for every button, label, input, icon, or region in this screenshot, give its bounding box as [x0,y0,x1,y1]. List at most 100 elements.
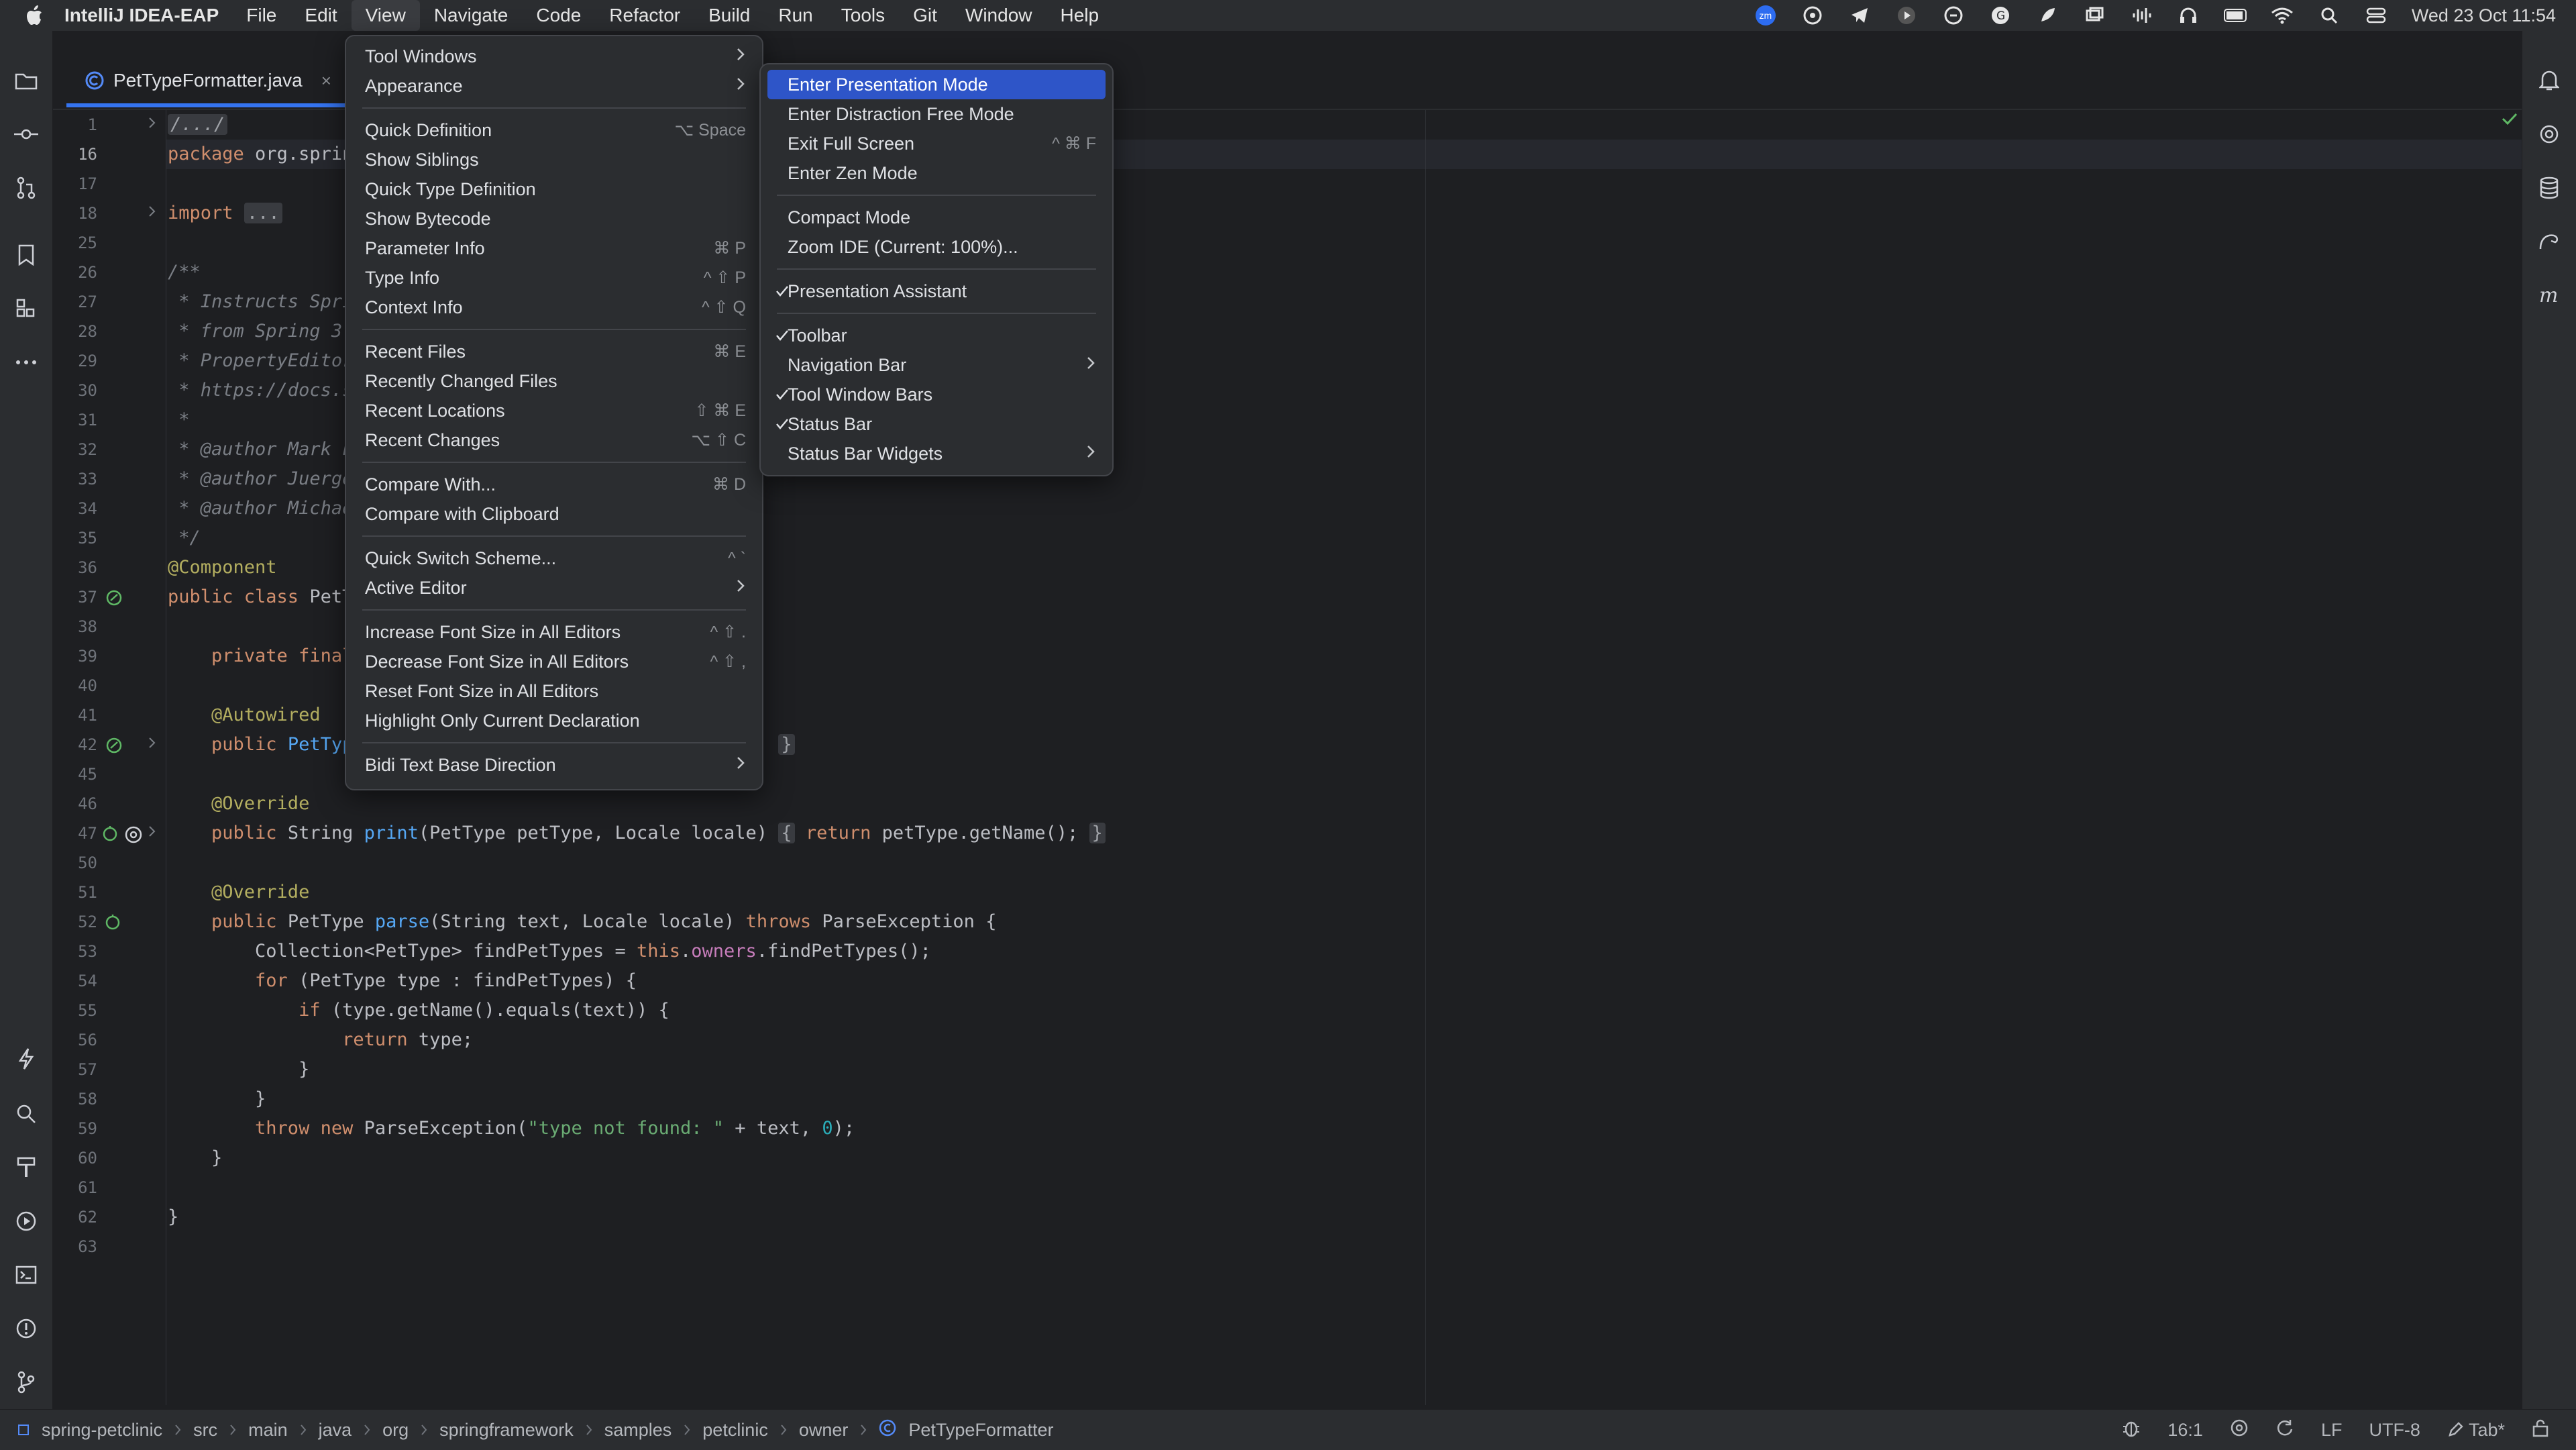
appearance-menu-item[interactable]: Enter Presentation Mode [767,70,1106,99]
menu-refactor[interactable]: Refactor [595,0,694,31]
breadcrumb-item[interactable]: springframework [439,1420,574,1441]
view-menu-item[interactable]: Quick Switch Scheme... ^ ` [353,543,755,573]
breadcrumb-item[interactable]: main [248,1420,288,1441]
view-menu-item[interactable]: Context Info ^ ⇧ Q [353,293,755,322]
spotlight-search-icon[interactable] [2318,5,2341,25]
appearance-menu-item[interactable]: Enter Distraction Free Mode [767,99,1106,129]
problems-icon[interactable] [13,1315,40,1342]
appearance-menu-item[interactable]: Navigation Bar [767,350,1106,380]
view-menu-item[interactable]: Decrease Font Size in All Editors ^ ⇧ , [353,647,755,676]
fold-arrow-icon[interactable] [148,205,156,221]
menu-edit[interactable]: Edit [290,0,351,31]
view-menu-item[interactable]: Recent Locations ⇧ ⌘ E [353,396,755,425]
fold-arrow-icon[interactable] [148,737,156,752]
structure-icon[interactable] [13,295,40,322]
more-icon[interactable] [13,349,40,376]
fold-arrow-icon[interactable] [148,825,156,841]
view-menu-item[interactable]: Increase Font Size in All Editors ^ ⇧ . [353,617,755,647]
app-name[interactable]: IntelliJ IDEA-EAP [64,5,219,26]
menu-code[interactable]: Code [522,0,595,31]
headphones-icon[interactable] [2177,5,2200,25]
apple-icon[interactable] [25,5,44,25]
menu-build[interactable]: Build [694,0,764,31]
spring-bean-icon[interactable] [105,737,123,758]
sync-icon[interactable] [2275,1418,2294,1442]
breadcrumb-item[interactable]: spring-petclinic [42,1420,162,1441]
view-menu-item[interactable]: Quick Definition ⌥ Space [353,115,755,145]
database-icon[interactable] [2536,174,2563,201]
appearance-menu-item[interactable]: Compact Mode [767,203,1106,232]
breadcrumb-item[interactable]: petclinic [702,1420,768,1441]
zoom-app-icon[interactable]: zm [1754,5,1777,25]
view-menu-item[interactable]: Recently Changed Files [353,366,755,396]
audio-wave-icon[interactable] [2130,5,2153,25]
breadcrumb-item[interactable]: PetTypeFormatter [908,1420,1053,1441]
services-icon[interactable] [13,1208,40,1235]
menu-tools[interactable]: Tools [827,0,899,31]
wifi-icon[interactable] [2271,5,2294,25]
breadcrumb-item[interactable]: java [319,1420,352,1441]
breadcrumb-item[interactable]: samples [604,1420,672,1441]
copilot-icon[interactable] [1942,5,1965,25]
menu-view[interactable]: View [351,0,420,31]
read-only-lock-icon[interactable] [2532,1418,2549,1442]
notifications-icon[interactable] [2536,67,2563,94]
build-icon[interactable] [13,1154,40,1181]
appearance-menu-item[interactable]: Zoom IDE (Current: 100%)... [767,232,1106,262]
breadcrumb-item[interactable]: src [193,1420,217,1441]
debug-icon[interactable] [2122,1418,2141,1442]
control-center-icon[interactable] [2365,5,2387,25]
view-menu-item[interactable]: Tool Windows [353,42,755,71]
terminal-icon[interactable] [13,1261,40,1288]
appearance-menu-item[interactable]: Status Bar Widgets [767,439,1106,468]
view-menu-item[interactable]: Compare With... ⌘ D [353,470,755,499]
play-icon[interactable] [1895,5,1918,25]
appearance-menu-item[interactable]: Toolbar [767,321,1106,350]
power-save-icon[interactable] [13,1045,40,1072]
view-menu-item[interactable]: Active Editor [353,573,755,603]
line-ending[interactable]: LF [2321,1420,2343,1441]
maven-icon[interactable]: m [2536,282,2563,309]
windows-icon[interactable] [2083,5,2106,25]
git-icon[interactable] [13,1369,40,1396]
tab-close-icon[interactable]: × [321,70,331,91]
pull-requests-icon[interactable] [13,174,40,201]
menu-window[interactable]: Window [951,0,1046,31]
appearance-menu-item[interactable]: Status Bar [767,409,1106,439]
datetime[interactable]: Wed 23 Oct 11:54 [2412,5,2556,26]
grammarly-icon[interactable]: G [1989,5,2012,25]
indent-settings[interactable]: Tab* [2447,1420,2505,1441]
cursor-position[interactable]: 16:1 [2167,1420,2203,1441]
breadcrumb-item[interactable]: org [382,1420,409,1441]
view-menu-item[interactable]: Recent Changes ⌥ ⇧ C [353,425,755,455]
battery-icon[interactable] [2223,5,2247,25]
view-menu-item[interactable]: Quick Type Definition [353,174,755,204]
view-menu-item[interactable]: Type Info ^ ⇧ P [353,263,755,293]
bookmarks-icon[interactable] [13,242,40,268]
view-menu-item[interactable]: Show Siblings [353,145,755,174]
view-menu-item[interactable]: Recent Files ⌘ E [353,337,755,366]
implements-icon[interactable] [101,825,119,846]
tab-pettypeformatter[interactable]: PetTypeFormatter.java × [66,58,382,107]
commit-icon[interactable] [13,121,40,148]
appearance-menu-item[interactable]: Tool Window Bars [767,380,1106,409]
view-menu-item[interactable]: Parameter Info ⌘ P [353,234,755,263]
fold-arrow-icon[interactable] [148,117,156,132]
implements-icon[interactable] [104,914,121,935]
no-problems-check-icon[interactable] [2501,111,2518,130]
view-menu-item[interactable]: Reset Font Size in All Editors [353,676,755,706]
ai-assistant-icon[interactable] [2536,121,2563,148]
view-menu-item[interactable]: Compare with Clipboard [353,499,755,529]
view-menu-item[interactable]: Highlight Only Current Declaration [353,706,755,735]
menu-navigate[interactable]: Navigate [420,0,523,31]
rocket-icon[interactable] [2036,5,2059,25]
gradle-icon[interactable] [2536,228,2563,255]
spring-bean-icon[interactable] [105,589,123,610]
view-menu-item[interactable]: Bidi Text Base Direction [353,750,755,780]
file-encoding[interactable]: UTF-8 [2369,1420,2420,1441]
ai-status-icon[interactable] [2230,1418,2249,1442]
at-annotation-icon[interactable] [124,825,143,847]
support-icon[interactable] [1801,5,1824,25]
menu-git[interactable]: Git [899,0,951,31]
search-icon[interactable] [13,1100,40,1127]
